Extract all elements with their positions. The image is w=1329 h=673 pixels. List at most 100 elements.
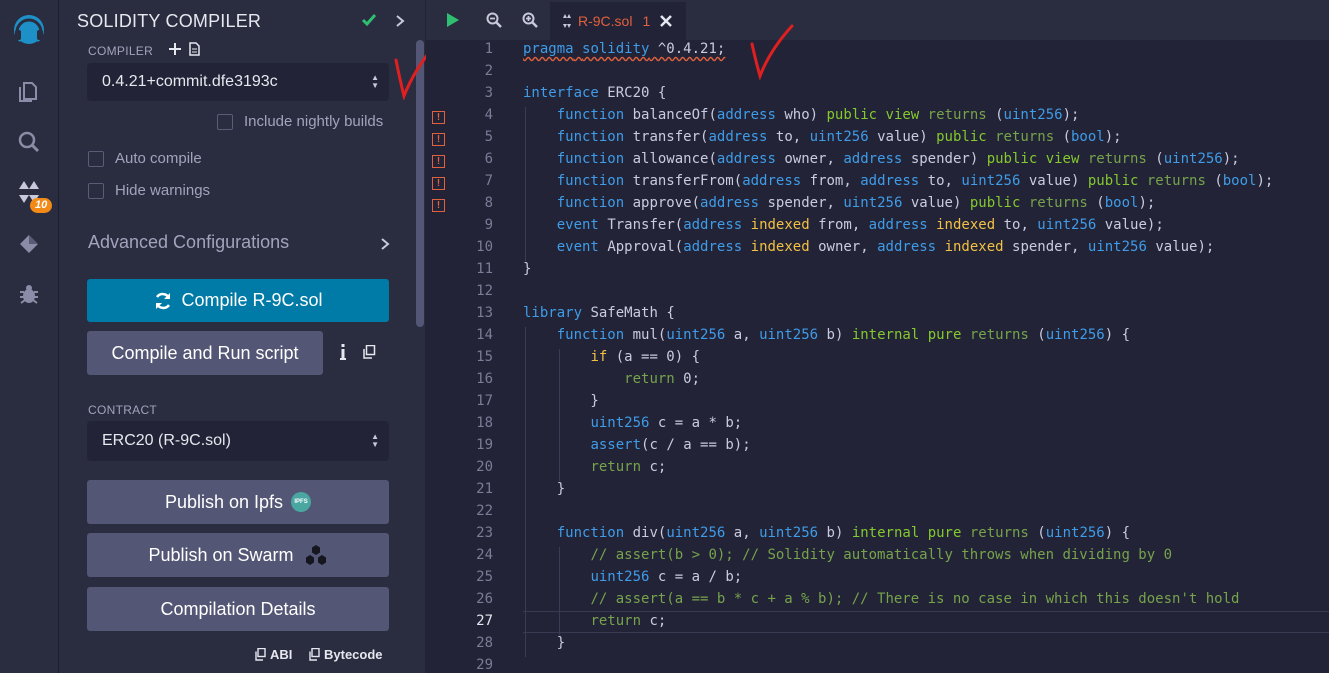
warning-icon[interactable]: ! bbox=[432, 177, 445, 190]
line-number: 18 bbox=[476, 415, 493, 431]
line-number: 29 bbox=[476, 657, 493, 673]
tab-r-9c-sol[interactable]: R-9C.sol 1 bbox=[550, 0, 686, 40]
compiler-version-select[interactable]: 0.4.21+commit.dfe3193c ▲ ▼ bbox=[87, 63, 389, 101]
file-explorer-icon[interactable] bbox=[0, 72, 58, 112]
code-line: function mul(uint256 a, uint256 b) inter… bbox=[556, 327, 1131, 343]
code-line: assert(c / a == b); bbox=[590, 437, 751, 453]
ipfs-icon-text: IPFS bbox=[294, 499, 308, 505]
code-line: } bbox=[523, 393, 599, 409]
line-number: 4 bbox=[484, 107, 493, 123]
line-number: 9 bbox=[484, 217, 493, 233]
code-line: if (a == 0) { bbox=[590, 349, 701, 365]
line-number: 16 bbox=[476, 371, 493, 387]
line-number: 24 bbox=[476, 547, 493, 563]
copy-icon bbox=[309, 648, 320, 661]
deploy-run-icon[interactable] bbox=[0, 224, 58, 264]
advanced-configurations-toggle[interactable]: Advanced Configurations bbox=[88, 232, 390, 256]
code-line: function balanceOf(address who) public v… bbox=[556, 107, 1080, 123]
auto-compile-checkbox[interactable] bbox=[88, 151, 104, 167]
editor-toolbar: R-9C.sol 1 bbox=[426, 0, 1329, 40]
auto-compile-label: Auto compile bbox=[115, 150, 202, 167]
compiler-version-value: 0.4.21+commit.dfe3193c bbox=[102, 73, 278, 90]
hide-warnings-label: Hide warnings bbox=[115, 182, 211, 199]
chevron-right-icon bbox=[380, 237, 390, 256]
warning-icon[interactable]: ! bbox=[432, 199, 445, 212]
line-number: 15 bbox=[476, 349, 493, 365]
info-icon[interactable] bbox=[339, 344, 347, 365]
bytecode-copy-button[interactable]: Bytecode bbox=[309, 647, 383, 662]
code-line: return c; bbox=[590, 459, 667, 475]
search-icon[interactable] bbox=[0, 122, 58, 162]
contract-value: ERC20 (R-9C.sol) bbox=[102, 432, 231, 449]
select-arrows-icon: ▲ ▼ bbox=[371, 73, 379, 90]
publish-swarm-button[interactable]: Publish on Swarm bbox=[87, 533, 389, 577]
contract-label: CONTRACT bbox=[88, 403, 158, 417]
line-number: 7 bbox=[484, 173, 493, 189]
code-line: return c; bbox=[590, 613, 667, 629]
abi-label: ABI bbox=[270, 647, 293, 662]
check-icon bbox=[361, 13, 377, 32]
zoom-out-icon[interactable] bbox=[486, 12, 502, 33]
line-number: 26 bbox=[476, 591, 493, 607]
line-number: 12 bbox=[476, 283, 493, 299]
line-number: 17 bbox=[476, 393, 493, 409]
warning-icon[interactable]: ! bbox=[432, 155, 445, 168]
code-line: library SafeMath { bbox=[523, 305, 675, 321]
plus-icon[interactable] bbox=[169, 42, 181, 60]
code-line: interface ERC20 { bbox=[523, 85, 667, 101]
compile-and-run-label: Compile and Run script bbox=[111, 342, 299, 363]
compile-button[interactable]: Compile R-9C.sol bbox=[87, 279, 389, 322]
code-line: return 0; bbox=[624, 371, 701, 387]
compile-and-run-button[interactable]: Compile and Run script bbox=[87, 331, 323, 375]
line-number: 23 bbox=[476, 525, 493, 541]
tab-error-count: 1 bbox=[642, 13, 651, 29]
zoom-in-icon[interactable] bbox=[522, 12, 538, 33]
line-number: 21 bbox=[476, 481, 493, 497]
file-icon[interactable] bbox=[189, 42, 200, 61]
close-icon[interactable] bbox=[660, 15, 673, 27]
nightly-builds-checkbox[interactable] bbox=[217, 114, 233, 130]
code-editor[interactable]: R-9C.sol 1 1 2 3 4! 5! 6! 7! 8! 9 10 11 12 13 14 15 16 1… bbox=[426, 0, 1329, 673]
warning-icon[interactable]: ! bbox=[432, 133, 445, 146]
line-number: 20 bbox=[476, 459, 493, 475]
code-line: uint256 c = a / b; bbox=[590, 569, 743, 585]
compilation-details-button[interactable]: Compilation Details bbox=[87, 587, 389, 631]
line-number: 13 bbox=[476, 305, 493, 321]
code-line: function allowance(address owner, addres… bbox=[556, 151, 1240, 167]
compiler-panel: SOLIDITY COMPILER COMPILER 0.4.21+commit… bbox=[59, 0, 425, 673]
line-number: 11 bbox=[476, 261, 493, 277]
abi-copy-button[interactable]: ABI bbox=[255, 647, 292, 662]
copy-icon bbox=[255, 648, 266, 661]
code-line: // assert(a == b * c + a % b); // There … bbox=[590, 591, 1240, 607]
chevron-right-icon[interactable] bbox=[395, 14, 405, 33]
hide-warnings-checkbox[interactable] bbox=[88, 183, 104, 199]
copy-icon[interactable] bbox=[363, 344, 376, 364]
advanced-configurations-label: Advanced Configurations bbox=[88, 232, 290, 252]
solidity-file-icon bbox=[562, 14, 572, 28]
ipfs-icon: IPFS bbox=[291, 492, 312, 512]
code-line: pragma solidity ^0.4.21; bbox=[523, 41, 726, 57]
code-line: function transferFrom(address from, addr… bbox=[556, 173, 1274, 189]
panel-title: SOLIDITY COMPILER bbox=[77, 11, 262, 31]
debugger-icon[interactable] bbox=[0, 274, 58, 314]
line-number: 25 bbox=[476, 569, 493, 585]
run-play-icon[interactable] bbox=[446, 12, 460, 33]
remix-logo-icon[interactable] bbox=[0, 10, 58, 50]
line-number: 6 bbox=[484, 151, 493, 167]
warning-icon[interactable]: ! bbox=[432, 111, 445, 124]
icon-panel: 10 bbox=[0, 0, 59, 673]
line-number: 3 bbox=[484, 85, 493, 101]
publish-swarm-label: Publish on Swarm bbox=[148, 544, 294, 565]
line-number: 27 bbox=[476, 613, 493, 629]
compiler-label: COMPILER bbox=[88, 44, 154, 58]
refresh-icon bbox=[153, 291, 173, 311]
publish-ipfs-button[interactable]: Publish on Ipfs IPFS bbox=[87, 480, 389, 524]
line-number: 1 bbox=[484, 41, 493, 57]
tab-file-name: R-9C.sol bbox=[578, 13, 633, 29]
contract-select[interactable]: ERC20 (R-9C.sol) ▲ ▼ bbox=[87, 421, 389, 461]
code-line: uint256 c = a * b; bbox=[590, 415, 743, 431]
code-line: function approve(address spender, uint25… bbox=[556, 195, 1156, 211]
line-number: 28 bbox=[476, 635, 493, 651]
code-line: } bbox=[523, 635, 566, 651]
line-number: 10 bbox=[476, 239, 493, 255]
